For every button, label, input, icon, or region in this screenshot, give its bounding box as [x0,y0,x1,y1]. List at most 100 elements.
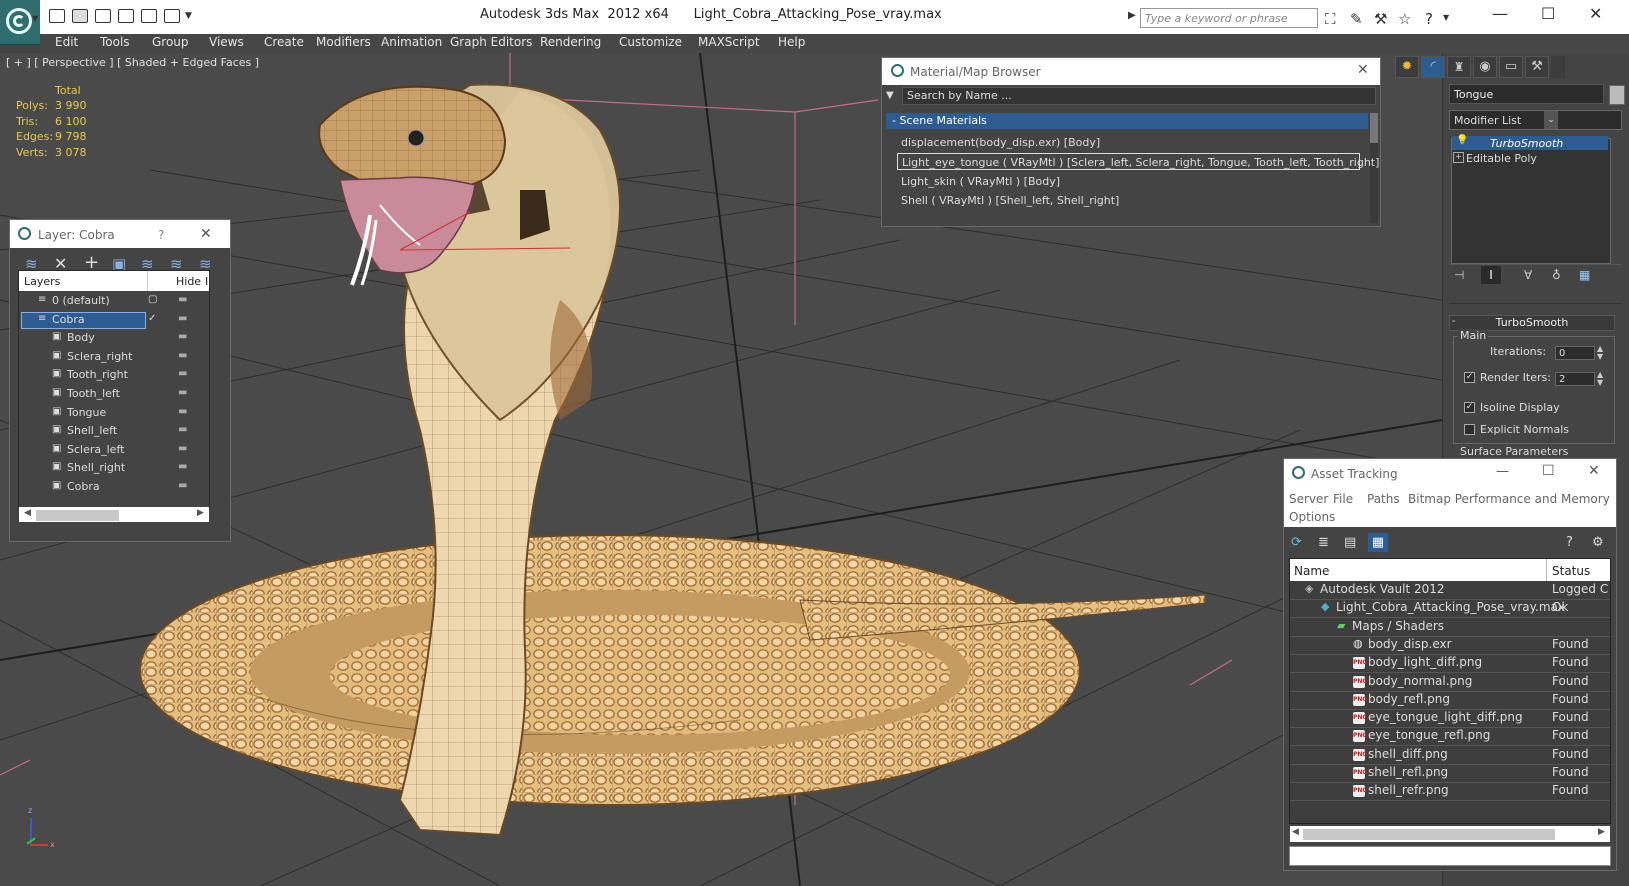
asset-menu-bitmap[interactable]: Bitmap Performance and Memory [1408,492,1610,506]
render-iters-spinner[interactable]: 2 [1555,372,1595,386]
object-name-field[interactable]: Tongue [1449,84,1604,104]
current-layer-box-icon[interactable]: ▢ [148,294,157,305]
remove-modifier-icon[interactable]: ♁ [1552,268,1561,282]
layer-row-name[interactable]: Cobra [67,480,100,493]
new-file-icon[interactable] [49,9,65,23]
menu-modifiers[interactable]: Modifiers [316,35,371,49]
modifier-list-chevron-icon[interactable]: ⌄ [1544,111,1558,129]
asset-maximize-icon[interactable]: ☐ [1542,463,1555,479]
layer-row-name[interactable]: Sclera_left [67,443,124,456]
quick-access-dropdown-icon[interactable]: ▼ [185,11,192,21]
table-view-icon[interactable]: ▤ [1344,535,1356,550]
menu-create[interactable]: Create [264,35,304,49]
asset-name[interactable]: body_normal.png [1368,674,1472,688]
grid-view-icon[interactable]: ▦ [1368,533,1388,552]
asset-menu-file[interactable]: File [1333,492,1353,506]
configure-sets-icon[interactable]: ▦ [1579,268,1590,282]
list-view-icon[interactable]: ≣ [1318,535,1329,550]
asset-name[interactable]: body_disp.exr [1368,637,1452,651]
menu-graph-editors[interactable]: Graph Editors [450,35,532,49]
maximize-icon[interactable]: ☐ [1541,4,1555,23]
hide-toggle[interactable]: ▬ [178,313,187,324]
hide-toggle[interactable]: ▬ [178,387,187,398]
asset-name-column-header[interactable]: Name [1294,564,1329,578]
layer-row-name[interactable]: Tongue [67,406,106,419]
asset-name[interactable]: Autodesk Vault 2012 [1320,582,1445,596]
minimize-icon[interactable]: — [1492,4,1508,23]
layer-scroll-thumb[interactable] [36,510,119,521]
asset-name[interactable]: body_refl.png [1368,692,1450,706]
menu-help[interactable]: Help [778,35,805,49]
favorites-star-icon[interactable]: ☆ [1398,10,1411,28]
menu-maxscript[interactable]: MAXScript [698,35,760,49]
rollout-collapse-icon[interactable]: - [1452,316,1456,327]
refresh-icon[interactable]: ⟳ [1291,535,1302,550]
hide-toggle[interactable]: ▬ [178,331,187,342]
communication-center-icon[interactable]: ⚒ [1374,10,1387,28]
active-layer-check-icon[interactable]: ✓ [148,313,156,324]
help-dropdown-icon[interactable]: ▼ [1443,13,1449,22]
menu-group[interactable]: Group [152,35,189,49]
menu-edit[interactable]: Edit [55,35,78,49]
tools-icon[interactable]: ✎ [1350,10,1363,28]
asset-name[interactable]: shell_refl.png [1368,765,1448,779]
motion-tab-icon[interactable]: ◉ [1473,56,1497,78]
layer-row-name[interactable]: Cobra [52,313,85,326]
viewport-label[interactable]: [ + ] [ Perspective ] [ Shaded + Edged F… [6,56,259,69]
binoculars-icon[interactable]: ⛶ [1325,10,1336,28]
asset-close-icon[interactable]: ✕ [1588,463,1600,479]
hide-toggle[interactable]: ▬ [178,443,187,454]
menu-tools[interactable]: Tools [100,35,130,49]
hide-toggle[interactable]: ▬ [178,461,187,472]
close-icon[interactable]: ✕ [1589,4,1602,23]
command-panel-scroll[interactable] [1551,56,1565,78]
scene-materials-group[interactable]: - Scene Materials [886,113,1368,129]
layer-row-name[interactable]: Shell_left [67,424,117,437]
layer-row-name[interactable]: Shell_right [67,461,125,474]
keyword-search-input[interactable]: Type a keyword or phrase [1140,8,1318,28]
display-tab-icon[interactable]: ▭ [1499,56,1523,78]
expand-plus-icon[interactable]: + [1453,152,1464,163]
show-end-result-icon[interactable]: Ⅰ [1481,266,1501,284]
menu-animation[interactable]: Animation [381,35,442,49]
app-menu-arrow-icon[interactable]: ▼ [32,14,38,23]
more-column-header[interactable]: I [205,275,208,288]
hierarchy-tab-icon[interactable]: ♜ [1447,56,1471,78]
hide-toggle[interactable]: ▬ [178,406,187,417]
asset-menu-server[interactable]: Server [1289,492,1328,506]
scroll-left-icon[interactable]: ◀ [24,508,31,518]
scroll-right-icon[interactable]: ▶ [197,508,204,518]
asset-menu-options[interactable]: Options [1289,510,1335,524]
layers-column-header[interactable]: Layers [24,275,60,288]
asset-path-field[interactable] [1289,846,1611,866]
explicit-normals-checkbox[interactable] [1464,424,1475,435]
pin-stack-icon[interactable]: ⊣ [1454,268,1464,282]
material-item[interactable]: displacement(body_disp.exr) [Body] [897,134,1360,151]
hide-toggle[interactable]: ▬ [178,424,187,435]
stack-item-editable-poly[interactable]: Editable Poly [1466,152,1537,165]
asset-name[interactable]: body_light_diff.png [1368,655,1482,669]
browser-options-icon[interactable]: ▼ [886,90,894,101]
hide-column-header[interactable]: Hide [176,275,201,288]
asset-name[interactable]: shell_refr.png [1368,783,1449,797]
isoline-display-checkbox[interactable]: ✓ [1464,402,1475,413]
scroll-left-icon[interactable]: ◀ [1292,827,1299,837]
help-icon[interactable]: ? [1425,10,1433,28]
create-tab-icon[interactable]: ✹ [1395,56,1419,78]
material-search-input[interactable]: Search by Name ... [902,87,1376,105]
asset-help-icon[interactable]: ? [1566,535,1573,550]
modifier-list-dropdown[interactable]: Modifier List [1449,110,1622,130]
asset-minimize-icon[interactable]: — [1496,464,1509,479]
material-item[interactable]: Light_skin ( VRayMtl ) [Body] [897,173,1360,190]
menu-views[interactable]: Views [209,35,244,49]
project-folder-icon[interactable] [164,9,180,23]
scroll-right-icon[interactable]: ▶ [1598,827,1605,837]
asset-name[interactable]: eye_tongue_refl.png [1368,728,1490,742]
utilities-tab-icon[interactable]: ⚒ [1525,56,1549,78]
asset-name[interactable]: shell_diff.png [1368,747,1448,761]
layer-close-icon[interactable]: ✕ [200,226,212,242]
hide-toggle[interactable]: ▬ [178,294,187,305]
open-file-icon[interactable] [95,9,111,23]
asset-name[interactable]: eye_tongue_light_diff.png [1368,710,1523,724]
make-unique-icon[interactable]: ∀ [1524,268,1532,282]
